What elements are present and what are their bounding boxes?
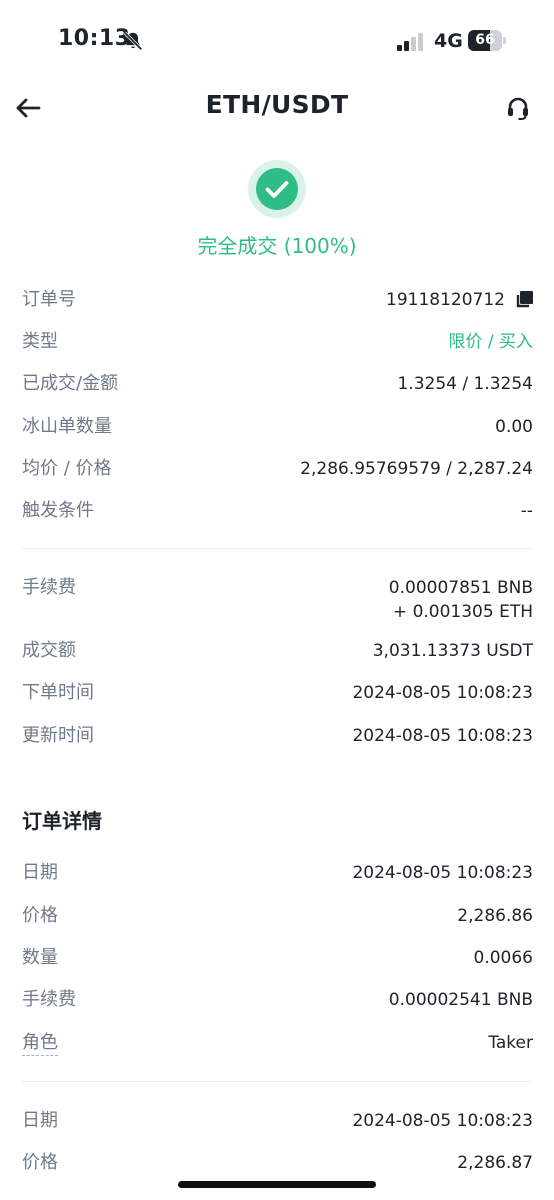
divider xyxy=(22,1081,533,1082)
headset-icon xyxy=(508,97,528,120)
fill-row-price: 价格 2,286.87 xyxy=(22,1151,533,1175)
order-type-value: 限价 / 买入 xyxy=(448,332,533,352)
network-label: 4G xyxy=(434,30,463,52)
fill-role-value: Taker xyxy=(488,1033,533,1053)
order-status-icon-wrap xyxy=(248,160,306,218)
fill-fee-value: 0.00002541 BNB xyxy=(388,990,533,1010)
status-time: 10:13 xyxy=(58,26,131,51)
row-order-type: 类型 限价 / 买入 xyxy=(22,330,533,354)
battery-indicator: 66 xyxy=(468,30,506,52)
status-bar: 10:13 4G 66 xyxy=(0,0,554,80)
order-time-value: 2024-08-05 10:08:23 xyxy=(352,683,533,703)
row-turnover: 成交额 3,031.13373 USDT xyxy=(22,639,533,663)
check-circle-icon xyxy=(248,160,306,218)
fee-line: 0.00007851 BNB xyxy=(388,578,533,598)
row-fee: 手续费 0.00007851 BNB + 0.001305 ETH xyxy=(22,576,533,624)
fill-row-role: 角色 Taker xyxy=(22,1031,533,1056)
turnover-value: 3,031.13373 USDT xyxy=(372,641,533,661)
trigger-value: -- xyxy=(520,501,533,521)
bell-muted-icon xyxy=(123,31,143,51)
order-id-value: 19118120712 xyxy=(386,290,505,310)
row-order-id: 订单号 19118120712 xyxy=(22,288,533,312)
support-button[interactable] xyxy=(500,90,536,126)
row-label: 均价 / 价格 xyxy=(22,458,112,479)
fill-date-value: 2024-08-05 10:08:23 xyxy=(352,1111,533,1131)
row-order-time: 下单时间 2024-08-05 10:08:23 xyxy=(22,681,533,705)
fee-line: + 0.001305 ETH xyxy=(392,602,533,622)
row-label: 日期 xyxy=(22,1110,58,1131)
role-label[interactable]: 角色 xyxy=(22,1031,58,1056)
fill-row-fee: 手续费 0.00002541 BNB xyxy=(22,988,533,1012)
section-title-order-details: 订单详情 xyxy=(22,809,102,833)
fee-value: 0.00007851 BNB + 0.001305 ETH xyxy=(389,576,533,624)
fill-price-value: 2,286.87 xyxy=(457,1153,533,1173)
order-id-wrap: 19118120712 xyxy=(386,288,533,312)
avg-price-value: 2,286.95769579 / 2,287.24 xyxy=(300,459,533,479)
row-update-time: 更新时间 2024-08-05 10:08:23 xyxy=(22,724,533,748)
fill-row-qty: 数量 0.0066 xyxy=(22,946,533,970)
row-iceberg-qty: 冰山单数量 0.00 xyxy=(22,415,533,439)
row-label: 冰山单数量 xyxy=(22,416,112,437)
update-time-value: 2024-08-05 10:08:23 xyxy=(352,726,533,746)
row-label: 价格 xyxy=(22,1152,58,1173)
page-title: ETH/USDT xyxy=(205,90,349,119)
row-label: 下单时间 xyxy=(22,682,94,703)
row-label: 订单号 xyxy=(22,289,76,310)
fill-qty-value: 0.0066 xyxy=(473,948,533,968)
row-label: 已成交/金额 xyxy=(22,373,119,394)
iceberg-qty-value: 0.00 xyxy=(495,417,533,437)
row-label: 价格 xyxy=(22,905,58,926)
row-label: 成交额 xyxy=(22,640,76,661)
row-label: 类型 xyxy=(22,331,58,352)
filled-amount-value: 1.3254 / 1.3254 xyxy=(397,374,533,394)
fill-date-value: 2024-08-05 10:08:23 xyxy=(352,863,533,883)
row-filled-amount: 已成交/金额 1.3254 / 1.3254 xyxy=(22,372,533,396)
nav-bar: ETH/USDT xyxy=(0,80,554,136)
row-avg-price: 均价 / 价格 2,286.95769579 / 2,287.24 xyxy=(22,457,533,481)
row-label: 触发条件 xyxy=(22,500,94,521)
order-status-text: 完全成交 (100%) xyxy=(197,234,357,258)
row-label: 手续费 xyxy=(22,577,76,598)
battery-level: 66 xyxy=(475,32,495,48)
row-trigger: 触发条件 -- xyxy=(22,499,533,523)
fill-row-date: 日期 2024-08-05 10:08:23 xyxy=(22,861,533,885)
fill-price-value: 2,286.86 xyxy=(457,906,533,926)
fill-row-date: 日期 2024-08-05 10:08:23 xyxy=(22,1109,533,1133)
row-label: 数量 xyxy=(22,947,58,968)
fill-row-price: 价格 2,286.86 xyxy=(22,904,533,928)
signal-icon xyxy=(397,33,423,51)
row-label: 日期 xyxy=(22,862,58,883)
row-label: 手续费 xyxy=(22,989,76,1010)
row-label: 更新时间 xyxy=(22,725,94,746)
home-indicator[interactable] xyxy=(178,1181,376,1188)
copy-icon[interactable] xyxy=(515,291,533,309)
divider xyxy=(22,548,533,549)
